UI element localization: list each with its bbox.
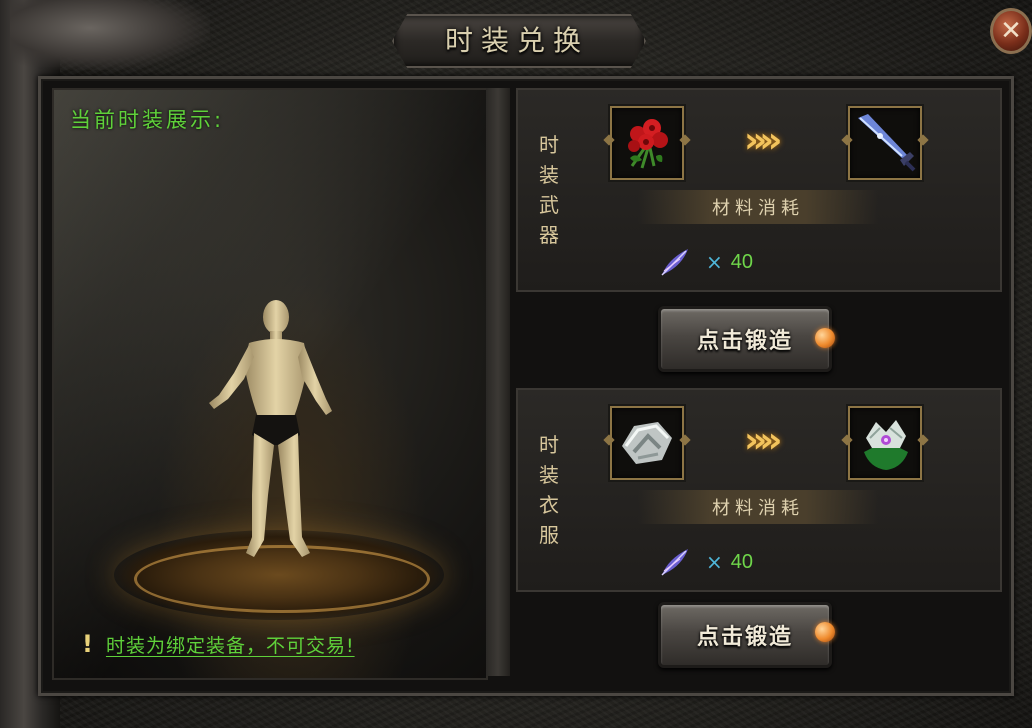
close-button[interactable]: ✕ [990, 8, 1032, 54]
silver-armor-icon [622, 422, 672, 464]
crystal-sword-icon [858, 114, 916, 172]
close-icon: ✕ [1000, 16, 1022, 46]
times-sign: × [706, 250, 723, 274]
showcase-title: 当前时装展示: [70, 108, 225, 132]
forge-button-label: 点击锻造 [696, 329, 793, 354]
rose-bouquet-icon [628, 119, 668, 169]
exclamation-icon: ! [82, 630, 94, 658]
target-item-slot[interactable] [848, 106, 922, 180]
section-label-clothing: 时装衣服 [539, 433, 559, 547]
forge-button-label: 点击锻造 [696, 625, 793, 650]
forge-clothing-button[interactable]: 点击锻造 [658, 602, 832, 668]
section-label-weapon: 时装武器 [539, 133, 559, 247]
notice-text[interactable]: 时装为绑定装备，不可交易! [106, 631, 355, 658]
window-title: 时装兑换 [444, 24, 589, 57]
feather-quill-icon[interactable] [658, 245, 692, 279]
forge-indicator-icon [815, 328, 835, 348]
fashion-clothing-section: 时装衣服 »» 材料消耗 × 40 [516, 388, 1002, 592]
material-cost: × 40 [658, 245, 753, 279]
dragon-head-ornament [10, 0, 210, 70]
material-quantity: 40 [730, 250, 754, 273]
convert-arrow-icon: »» [744, 420, 782, 461]
fashion-weapon-section: 时装武器 »» 材料消耗 × 40 [516, 88, 1002, 292]
bind-notice: ! 时装为绑定装备，不可交易! [82, 630, 355, 658]
source-item-slot[interactable] [610, 106, 684, 180]
green-outfit-icon [864, 420, 908, 470]
materials-label-bar: 材料消耗 [638, 490, 878, 524]
material-cost: × 40 [658, 545, 753, 579]
times-sign: × [706, 550, 723, 574]
materials-label-bar: 材料消耗 [638, 190, 878, 224]
convert-arrow-icon: »» [744, 120, 782, 161]
materials-label: 材料消耗 [712, 198, 804, 219]
source-item-slot[interactable] [610, 406, 684, 480]
forge-indicator-icon [815, 622, 835, 642]
materials-label: 材料消耗 [712, 498, 804, 519]
feather-quill-icon[interactable] [658, 545, 692, 579]
panel-divider [486, 88, 510, 676]
fashion-showcase-panel [52, 88, 488, 680]
material-quantity: 40 [730, 550, 754, 573]
target-item-slot[interactable] [848, 406, 922, 480]
forge-weapon-button[interactable]: 点击锻造 [658, 306, 832, 372]
character-model[interactable] [194, 295, 354, 565]
